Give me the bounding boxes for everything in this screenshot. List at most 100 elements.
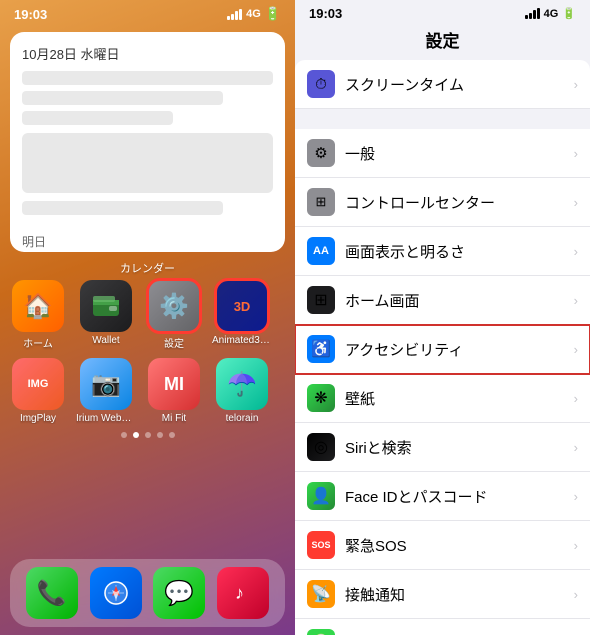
contact-chevron: › [574,587,578,602]
sos-icon: SOS [307,531,335,559]
bar1 [227,16,230,20]
settings-item-home-screen[interactable]: ⊞ ホーム画面 › [295,276,590,325]
dock: 📞 💬 ♪ [10,559,285,627]
irium-icon[interactable]: 📷 [80,358,132,410]
settings-item-contact[interactable]: 📡 接触通知 › [295,570,590,619]
control-center-text: コントロールセンター [345,192,570,213]
wallpaper-chevron: › [574,391,578,406]
settings-item-sos[interactable]: SOS 緊急SOS › [295,521,590,570]
settings-item-wallpaper[interactable]: ❋ 壁紙 › [295,374,590,423]
dot-1 [121,432,127,438]
battery-icon-left: 🔋 [265,6,281,22]
blur-block [22,133,273,193]
app-home[interactable]: 🏠 ホーム [8,280,68,350]
app-irium[interactable]: 📷 Irium Webcam [76,358,136,424]
sos-text: 緊急SOS [345,535,570,556]
display-icon: AA [307,237,335,265]
dot-2 [133,432,139,438]
spacer-1 [295,109,590,129]
telorain-icon[interactable]: ☂️ [216,358,268,410]
settings-icon[interactable]: ⚙️ [148,280,200,332]
battery-icon-right: 🔋 [562,7,576,20]
network-type-right: 4G [544,8,559,20]
dock-messages-icon[interactable]: 💬 [153,567,205,619]
settings-title: 設定 [295,23,590,60]
bar4 [239,9,242,20]
animated3dk-label: Animated3DK... [212,335,272,346]
bar2 [231,14,234,20]
settings-item-faceid[interactable]: 👤 Face IDとパスコード › [295,472,590,521]
wallet-icon[interactable] [80,280,132,332]
telorain-label: telorain [226,413,259,424]
accessibility-chevron: › [574,342,578,357]
page-dots [0,432,295,438]
sos-chevron: › [574,538,578,553]
settings-item-screen-time[interactable]: ⏱ スクリーンタイム › [295,60,590,109]
app-mifit[interactable]: MI Mi Fit [144,358,204,424]
status-icons-left: 4G 🔋 [227,6,281,22]
app-wallet[interactable]: Wallet [76,280,136,350]
app-animated3dk[interactable]: 3D Animated3DK... [212,280,272,350]
screen-time-icon: ⏱ [307,70,335,98]
dot-5 [169,432,175,438]
signal-bars [227,9,242,20]
home-screen-chevron: › [574,293,578,308]
calendar-label: カレンダー [0,260,295,276]
mifit-icon[interactable]: MI [148,358,200,410]
blur-row-1 [22,71,273,85]
wallpaper-text: 壁紙 [345,388,570,409]
home-icon[interactable]: 🏠 [12,280,64,332]
settings-panel: 19:03 4G 🔋 設定 ⏱ スクリーンタイム › [295,0,590,635]
faceid-text: Face IDとパスコード [345,486,570,507]
wallet-label: Wallet [92,335,119,346]
home-screen-text: ホーム画面 [345,290,570,311]
display-chevron: › [574,244,578,259]
settings-item-control-center[interactable]: ⊞ コントロールセンター › [295,178,590,227]
display-text: 画面表示と明るさ [345,241,570,262]
dock-phone-icon[interactable]: 📞 [26,567,78,619]
general-text: 一般 [345,143,570,164]
imgplay-icon[interactable]: IMG [12,358,64,410]
settings-item-accessibility[interactable]: ♿ アクセシビリティ › [295,325,590,374]
status-icons-right: 4G 🔋 [525,7,576,20]
settings-item-general[interactable]: ⚙ 一般 › [295,129,590,178]
settings-item-battery[interactable]: 🔋 バッテリー › [295,619,590,635]
rbar1 [525,15,528,19]
accessibility-text: アクセシビリティ [345,339,570,360]
app-telorain[interactable]: ☂️ telorain [212,358,272,424]
animated3dk-icon[interactable]: 3D [216,280,268,332]
status-bar-left: 19:03 4G 🔋 [0,0,295,24]
home-label: ホーム [23,335,53,350]
battery-icon: 🔋 [307,629,335,635]
settings-list: ⏱ スクリーンタイム › ⚙ 一般 › ⊞ コントロールセンター › AA 画面… [295,60,590,635]
mifit-label: Mi Fit [162,413,186,424]
control-center-icon: ⊞ [307,188,335,216]
wallpaper-icon: ❋ [307,384,335,412]
blur-row-3 [22,111,173,125]
blur-row-4 [22,201,223,215]
settings-group-1: ⏱ スクリーンタイム › [295,60,590,109]
dock-safari-icon[interactable] [90,567,142,619]
contact-icon: 📡 [307,580,335,608]
dock-music-icon[interactable]: ♪ [217,567,269,619]
settings-item-siri[interactable]: ◎ Siriと検索 › [295,423,590,472]
app-imgplay[interactable]: IMG ImgPlay [8,358,68,424]
settings-item-display[interactable]: AA 画面表示と明るさ › [295,227,590,276]
app-settings[interactable]: ⚙️ 設定 [144,280,204,350]
screen-time-chevron: › [574,77,578,92]
rbar4 [537,8,540,19]
tomorrow-label: 明日 [22,233,273,250]
status-bar-right: 19:03 4G 🔋 [295,0,590,23]
siri-chevron: › [574,440,578,455]
widget-date: 10月28日 水曜日 [22,44,273,63]
settings-label: 設定 [164,335,184,350]
calendar-widget: 10月28日 水曜日 明日 [10,32,285,252]
imgplay-label: ImgPlay [20,413,56,424]
time-left: 19:03 [14,7,47,22]
home-screen-icon: ⊞ [307,286,335,314]
general-chevron: › [574,146,578,161]
accessibility-icon: ♿ [307,335,335,363]
bar3 [235,11,238,20]
irium-label: Irium Webcam [76,413,136,424]
svg-text:♪: ♪ [235,583,244,603]
